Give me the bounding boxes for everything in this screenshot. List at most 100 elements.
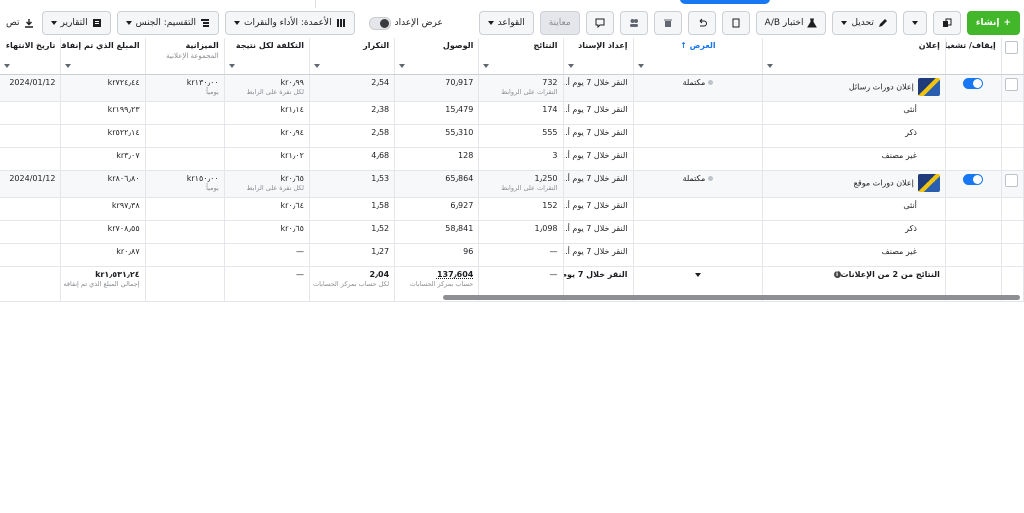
row-select-cell[interactable]	[1001, 74, 1024, 102]
table-row: أنثى النقر خلال 7 يوم أ... 174 15٫479 2٫…	[0, 101, 1024, 125]
chevron-down-icon[interactable]	[694, 273, 701, 277]
ad-thumbnail	[917, 174, 940, 192]
attribution-cell: النقر خلال 7 يوم أ...	[563, 101, 634, 125]
col-delivery[interactable]: العرض ↑	[633, 38, 764, 75]
reach-cell: 65٫864	[394, 170, 480, 198]
col-reach[interactable]: الوصول	[394, 38, 480, 75]
sort-caret-icon[interactable]	[483, 64, 490, 68]
cost-cell: kr٠٫٦٥	[224, 220, 310, 244]
sort-up-icon: ↑	[680, 41, 687, 50]
end-date-cell: 2024/01/12	[0, 74, 62, 102]
row-select-cell[interactable]	[1001, 170, 1024, 198]
breakdown-label-cell: غير مصنف	[762, 243, 946, 267]
table-row[interactable]: إعلان دورات رسائل مكتملة النقر خلال 7 يو…	[0, 74, 1024, 102]
breakdown-icon	[201, 19, 209, 27]
attribution-cell: النقر خلال 7 يوم أ...	[563, 147, 634, 171]
col-cost-per-result[interactable]: التكلفة لكل نتيجة	[224, 38, 310, 75]
clipboard-icon	[732, 18, 740, 28]
row-checkbox[interactable]	[1005, 78, 1018, 91]
sort-caret-icon[interactable]	[228, 64, 235, 68]
col-toggle[interactable]: إيقاف/ تشغيل	[945, 38, 1002, 75]
export-button[interactable]: تص	[4, 11, 36, 35]
col-ad[interactable]: إعلان	[762, 38, 946, 75]
columns-button[interactable]: الأعمدة: الأداء والنقرات	[225, 11, 355, 35]
row-toggle-cell[interactable]	[945, 170, 1002, 198]
reach-cell: 58٫841	[394, 220, 480, 244]
reach-cell: 128	[394, 147, 480, 171]
ad-name-cell[interactable]: إعلان دورات رسائل	[762, 74, 946, 102]
table-row[interactable]: إعلان دورات موقع مكتملة النقر خلال 7 يوم…	[0, 170, 1024, 198]
frequency-cell: 2٫38	[309, 101, 396, 125]
ad-name-cell[interactable]: إعلان دورات موقع	[762, 170, 946, 198]
copy-icon	[942, 18, 952, 27]
preview-button[interactable]: معاينة	[539, 11, 580, 35]
attribution-cell: النقر خلال 7 يوم أ...	[563, 170, 634, 198]
sort-caret-icon[interactable]	[4, 64, 10, 68]
select-all-checkbox[interactable]	[1005, 41, 1018, 54]
chevron-down-icon	[234, 21, 240, 25]
display-setup-toggle[interactable]: عرض الإعداد	[361, 11, 451, 35]
toolbar: + إنشاء تحديل اختبار A/B معاينة القواعد …	[0, 8, 1024, 38]
ads-table: إيقاف/ تشغيل إعلان العرض ↑ إعداد الإسناد…	[0, 38, 1024, 302]
cost-cell: kr٠٫٦٥ لكل نقرة على الرابط	[224, 170, 310, 198]
trash-icon	[663, 19, 672, 27]
reach-cell: 96	[394, 243, 480, 267]
toggle-switch[interactable]	[368, 16, 391, 30]
sort-caret-icon[interactable]	[637, 64, 644, 68]
publish-button-edge[interactable]	[680, 0, 770, 4]
results-cell: —	[478, 243, 564, 267]
ad-thumbnail	[917, 78, 940, 96]
people-icon	[629, 19, 638, 27]
col-amount-spent[interactable]: المبلغ الذي تم إنفاقه	[60, 38, 146, 75]
duplicate-dropdown[interactable]	[902, 11, 927, 35]
rules-button[interactable]: القواعد	[478, 11, 534, 35]
sort-caret-icon[interactable]	[567, 64, 574, 68]
undo-icon	[699, 18, 707, 27]
duplicate-button[interactable]	[932, 11, 961, 35]
info-icon[interactable]: i	[833, 271, 841, 278]
edit-button[interactable]: تحديل	[832, 11, 897, 35]
frequency-cell: 4٫68	[309, 147, 396, 171]
spent-cell: kr٣٫٠٧	[60, 147, 146, 171]
sort-caret-icon[interactable]	[65, 64, 72, 68]
chevron-down-icon	[911, 21, 918, 25]
reports-button[interactable]: التقارير	[41, 11, 111, 35]
create-button[interactable]: + إنشاء	[966, 11, 1020, 35]
undo-button[interactable]	[687, 11, 716, 35]
sort-caret-icon[interactable]	[399, 64, 406, 68]
audience-button[interactable]	[619, 11, 648, 35]
col-results[interactable]: النتائج	[478, 38, 564, 75]
comment-button[interactable]	[585, 11, 614, 35]
cost-cell: kr٠٫٦٤	[224, 197, 310, 221]
table-row: ذكر النقر خلال 7 يوم أ... 555 55٫310 2٫5…	[0, 124, 1024, 148]
row-toggle-cell[interactable]	[945, 74, 1002, 102]
ab-test-button[interactable]: اختبار A/B	[755, 11, 827, 35]
reports-icon	[92, 19, 101, 27]
col-attribution[interactable]: إعداد الإسناد	[563, 38, 634, 75]
horizontal-scrollbar[interactable]	[443, 295, 1020, 300]
cost-cell: —	[224, 266, 310, 302]
col-budget[interactable]: الميزانية المجموعة الإعلانية	[145, 38, 225, 75]
breakdown-label-cell: أنثى	[762, 101, 946, 125]
download-icon	[24, 19, 33, 28]
sort-caret-icon[interactable]	[767, 64, 774, 68]
flask-icon	[807, 18, 818, 28]
table-row: ذكر النقر خلال 7 يوم أ... 1٫098 58٫841 1…	[0, 220, 1024, 244]
sort-caret-icon[interactable]	[313, 64, 320, 68]
col-end-date[interactable]: تاريخ الانتهاء	[0, 38, 62, 75]
col-frequency[interactable]: التكرار	[309, 38, 396, 75]
spent-cell: kr٥٢٢٫١٤	[60, 124, 146, 148]
spent-cell: kr٨٠٦٫٨٠	[60, 170, 146, 198]
breakdown-button[interactable]: التقسيم: الجنس	[116, 11, 219, 35]
frequency-cell: 1٫52	[309, 220, 396, 244]
row-checkbox[interactable]	[1005, 174, 1018, 187]
breakdown-label-cell: غير مصنف	[762, 147, 946, 171]
plus-icon: +	[1003, 18, 1011, 28]
select-all-cell[interactable]	[1001, 38, 1024, 75]
results-cell: 3	[478, 147, 564, 171]
clipboard-button[interactable]	[721, 11, 750, 35]
delete-button[interactable]	[653, 11, 682, 35]
ad-toggle-switch[interactable]	[963, 78, 984, 89]
ad-toggle-switch[interactable]	[963, 174, 984, 185]
chevron-down-icon	[125, 21, 132, 25]
